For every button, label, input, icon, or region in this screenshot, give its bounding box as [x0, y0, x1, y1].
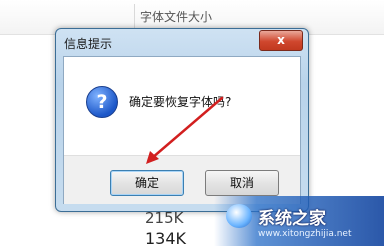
watermark-banner: 系统之家 www.xitongzhijia.net: [214, 196, 384, 246]
message-area: ? 确定要恢复字体吗?: [64, 57, 300, 155]
dialog-message: 确定要恢复字体吗?: [129, 95, 232, 109]
question-icon: ?: [86, 86, 118, 118]
file-size-value: 134K: [145, 229, 187, 248]
info-dialog: 信息提示 x ? 确定要恢复字体吗? 确定 取消: [55, 28, 309, 212]
column-header-size[interactable]: 字体文件大小: [140, 8, 270, 25]
cancel-button[interactable]: 取消: [205, 170, 279, 196]
dialog-body: ? 确定要恢复字体吗? 确定 取消: [63, 56, 301, 204]
site-logo-icon: [226, 204, 252, 228]
close-button[interactable]: x: [259, 30, 303, 51]
dialog-title: 信息提示: [64, 37, 113, 51]
watermark-site-name: 系统之家: [258, 209, 326, 229]
watermark-url: www.xitongzhijia.net: [258, 229, 352, 239]
column-separator: [134, 4, 135, 28]
ok-button[interactable]: 确定: [110, 170, 184, 196]
